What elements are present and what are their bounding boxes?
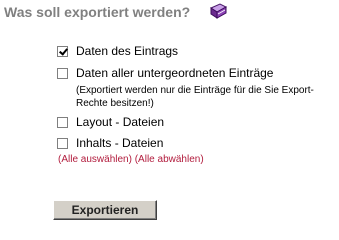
- layout-files-checkbox[interactable]: [57, 116, 68, 128]
- option-content-files[interactable]: Inhalts - Dateien: [57, 135, 163, 151]
- selection-links: (Alle auswählen) (Alle abwählen): [58, 154, 204, 165]
- export-rights-note: (Exportiert werden nur die Einträge für …: [76, 85, 314, 109]
- select-all-link[interactable]: (Alle auswählen): [58, 154, 132, 165]
- child-entries-label: Daten aller untergeordneten Einträge: [76, 66, 274, 80]
- page-title: Was soll exportiert werden?: [4, 4, 191, 20]
- deselect-all-link[interactable]: (Alle abwählen): [135, 154, 204, 165]
- entry-data-checkbox[interactable]: [57, 45, 68, 57]
- option-child-entries[interactable]: Daten aller untergeordneten Einträge: [57, 65, 273, 81]
- book-icon: [209, 3, 228, 19]
- content-files-checkbox[interactable]: [57, 137, 68, 149]
- option-layout-files[interactable]: Layout - Dateien: [57, 114, 164, 130]
- option-entry-data[interactable]: Daten des Eintrags: [57, 43, 178, 59]
- content-files-label: Inhalts - Dateien: [76, 136, 164, 150]
- entry-data-label: Daten des Eintrags: [76, 44, 179, 58]
- child-entries-checkbox[interactable]: [57, 67, 68, 79]
- export-button[interactable]: Exportieren: [53, 200, 157, 220]
- layout-files-label: Layout - Dateien: [76, 115, 165, 129]
